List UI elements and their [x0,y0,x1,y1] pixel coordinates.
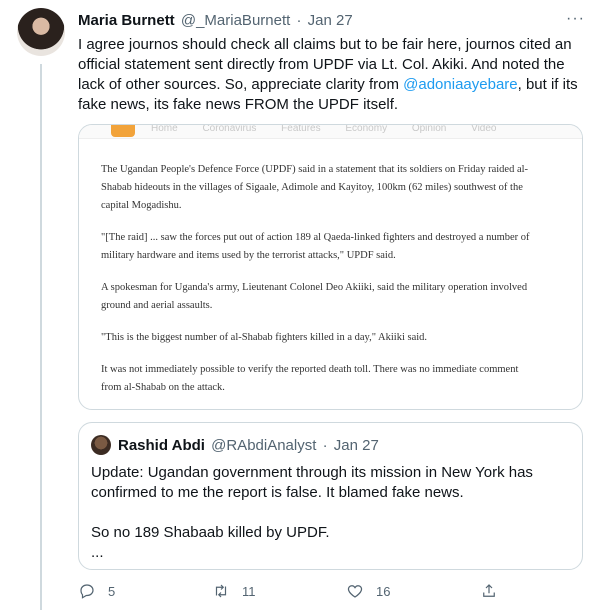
tweet-date[interactable]: Jan 27 [308,12,353,29]
like-button[interactable]: 16 [346,582,390,600]
author-handle[interactable]: @_MariaBurnett [181,12,290,29]
article-paragraph: The Ugandan People's Defence Force (UPDF… [101,164,529,211]
quoted-header: Rashid Abdi @RAbdiAnalyst · Jan 27 [118,437,379,455]
quoted-tweet[interactable]: Rashid Abdi @RAbdiAnalyst · Jan 27 Updat… [78,422,583,570]
news-logo-icon [111,125,135,137]
heart-icon [347,585,363,598]
article-paragraph: It was not immediately possible to verif… [101,364,519,393]
article-nav: Home Coronavirus Features Economy Opinio… [151,124,497,134]
reply-icon [80,584,94,599]
thread-connector-line [40,64,42,610]
article-body: The Ugandan People's Defence Force (UPDF… [101,161,541,409]
retweet-icon [215,584,227,598]
action-bar: 5 11 16 [78,582,558,606]
article-paragraph: "[The raid] ... saw the forces put out o… [101,232,530,261]
share-button[interactable] [480,582,498,600]
quoted-avatar [91,435,111,455]
article-paragraph: A spokesman for Uganda's army, Lieutenan… [101,282,528,311]
media-image[interactable]: Home Coronavirus Features Economy Opinio… [78,124,583,410]
quoted-author-name: Rashid Abdi [118,437,205,454]
like-count: 16 [376,583,391,599]
retweet-count: 11 [242,583,256,599]
share-icon [483,584,495,597]
quoted-author-handle: @RAbdiAnalyst [211,437,317,454]
quoted-paragraph: Update: Ugandan government through its m… [91,464,533,501]
reply-count: 5 [108,583,116,599]
separator-dot: · [296,12,302,29]
quoted-ellipsis: ... [91,544,104,561]
avatar[interactable] [17,8,65,56]
separator-dot: · [322,437,328,454]
quoted-text: Update: Ugandan government through its m… [91,463,571,563]
reply-button[interactable]: 5 [78,582,115,600]
more-icon[interactable]: ··· [566,10,585,28]
tweet-text: I agree journos should check all claims … [78,35,588,115]
tweet-header: Maria Burnett @_MariaBurnett · Jan 27 [78,12,353,30]
quoted-paragraph: So no 189 Shabaab killed by UPDF. [91,524,330,541]
retweet-button[interactable]: 11 [212,582,256,600]
article-paragraph: "This is the biggest number of al-Shabab… [101,332,428,343]
article-topbar: Home Coronavirus Features Economy Opinio… [79,125,582,139]
author-name[interactable]: Maria Burnett [78,12,175,29]
mention-link[interactable]: @adoniaayebare [403,76,517,93]
quoted-date: Jan 27 [333,437,379,454]
